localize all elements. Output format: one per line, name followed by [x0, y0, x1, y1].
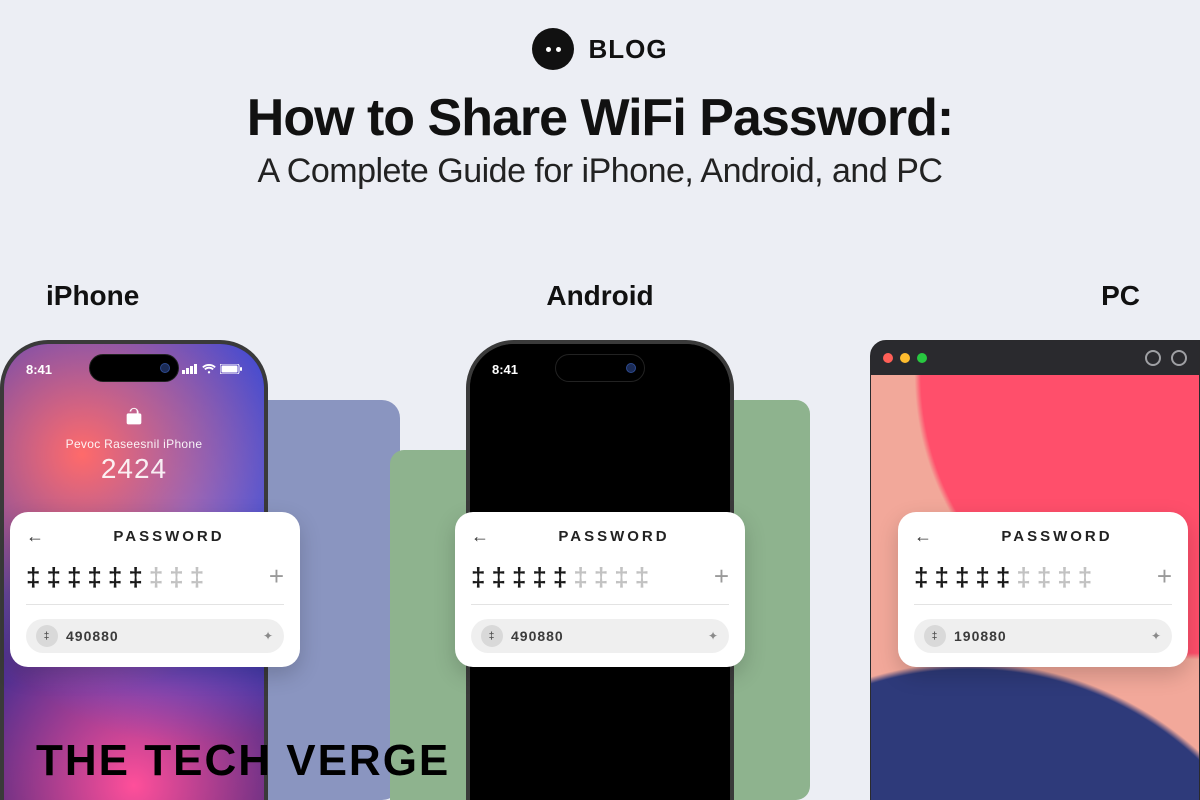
battery-icon: [220, 364, 242, 374]
add-icon[interactable]: +: [1157, 561, 1172, 592]
password-dots-android: ‡‡‡‡‡‡‡‡‡: [471, 564, 649, 590]
password-code-pill[interactable]: ‡ 490880 ✦: [471, 619, 729, 653]
password-card-label: PASSWORD: [499, 528, 729, 545]
wifi-icon: [202, 364, 216, 374]
iphone-lock-text: Pevoc Raseesnil iPhone: [4, 437, 264, 451]
password-dots-iphone: ‡‡‡‡‡‡‡‡‡: [26, 564, 204, 590]
camera-icon: [626, 363, 636, 373]
watermark: THE TECH VERGE: [36, 736, 450, 786]
coin-icon: ‡: [481, 625, 503, 647]
blog-badge: BLOG: [0, 0, 1200, 70]
android-notch: [555, 354, 645, 382]
coin-icon: ‡: [924, 625, 946, 647]
password-dots-pc: ‡‡‡‡‡‡‡‡‡: [914, 564, 1092, 590]
password-code-text: 490880: [511, 628, 564, 644]
password-card-label: PASSWORD: [942, 528, 1172, 545]
iphone-notch: [89, 354, 179, 382]
traffic-lights[interactable]: [883, 353, 927, 363]
trailing-icon: ✦: [263, 629, 274, 643]
column-label-iphone: iPhone: [46, 280, 139, 312]
window-control-icon[interactable]: [1145, 350, 1161, 366]
window-controls: [1145, 350, 1187, 366]
blog-label: BLOG: [588, 34, 667, 65]
iphone-lock-area: Pevoc Raseesnil iPhone 2424: [4, 406, 264, 485]
password-code-pill[interactable]: ‡ 190880 ✦: [914, 619, 1172, 653]
iphone-status-icons: [182, 364, 242, 374]
back-icon[interactable]: ←: [26, 526, 44, 547]
camera-icon: [160, 363, 170, 373]
add-icon[interactable]: +: [714, 561, 729, 592]
password-card-iphone: ← PASSWORD ‡‡‡‡‡‡‡‡‡ + ‡ 490880 ✦: [10, 512, 300, 667]
iphone-clock: 8:41: [26, 362, 52, 377]
password-code-pill[interactable]: ‡ 490880 ✦: [26, 619, 284, 653]
coin-icon: ‡: [36, 625, 58, 647]
password-card-android: ← PASSWORD ‡‡‡‡‡‡‡‡‡ + ‡ 490880 ✦: [455, 512, 745, 667]
page-title: How to Share WiFi Password:: [0, 88, 1200, 148]
iphone-lock-digits: 2424: [4, 453, 264, 485]
blog-logo-icon: [532, 28, 574, 70]
unlock-icon: [123, 406, 145, 428]
close-icon[interactable]: [883, 353, 893, 363]
password-code-text: 490880: [66, 628, 119, 644]
signal-icon: [182, 364, 198, 374]
password-card-label: PASSWORD: [54, 528, 284, 545]
password-code-text-pc: 190880: [954, 628, 1007, 644]
column-label-pc: PC: [1101, 280, 1140, 312]
window-control-icon[interactable]: [1171, 350, 1187, 366]
column-label-android: Android: [546, 280, 653, 312]
password-card-pc: ← PASSWORD ‡‡‡‡‡‡‡‡‡ + ‡ 190880 ✦: [898, 512, 1188, 667]
minimize-icon[interactable]: [900, 353, 910, 363]
back-icon[interactable]: ←: [914, 526, 932, 547]
add-icon[interactable]: +: [269, 561, 284, 592]
page-subtitle: A Complete Guide for iPhone, Android, an…: [0, 152, 1200, 191]
maximize-icon[interactable]: [917, 353, 927, 363]
trailing-icon: ✦: [708, 629, 719, 643]
android-clock: 8:41: [492, 362, 518, 377]
trailing-icon: ✦: [1151, 629, 1162, 643]
back-icon[interactable]: ←: [471, 526, 489, 547]
pc-titlebar: [871, 341, 1199, 375]
